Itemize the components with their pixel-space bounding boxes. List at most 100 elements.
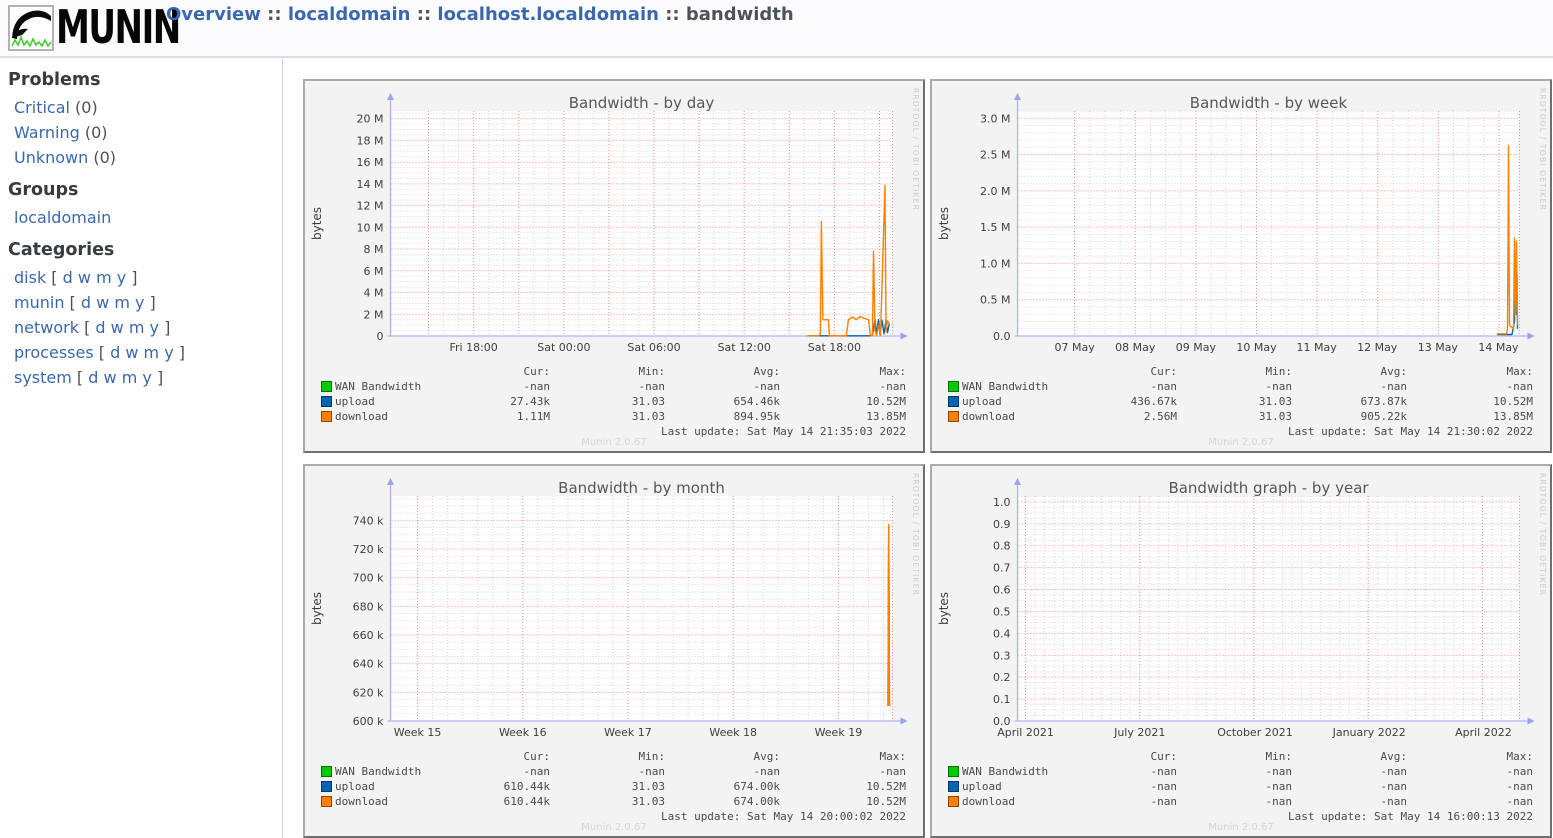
legend-value: -nan: [650, 765, 780, 778]
legend-value: -nan: [1047, 380, 1177, 393]
period-link-network-m[interactable]: m: [129, 318, 145, 337]
period-link-processes-d[interactable]: d: [110, 343, 120, 362]
svg-text:3.0 M: 3.0 M: [980, 112, 1010, 125]
breadcrumb-Overview[interactable]: Overview: [166, 4, 261, 25]
graph-image-week[interactable]: Bandwidth - by weekbytesRRDTOOL / TOBI O…: [930, 79, 1552, 453]
svg-text:0.8: 0.8: [993, 540, 1011, 553]
period-link-network-w[interactable]: w: [111, 318, 124, 337]
legend-value: -nan: [1403, 380, 1533, 393]
legend-value: -nan: [535, 765, 665, 778]
period-link-munin-d[interactable]: d: [81, 293, 91, 312]
item-count: (0): [88, 148, 116, 167]
period-link-disk-m[interactable]: m: [96, 268, 112, 287]
svg-text:1.0 M: 1.0 M: [980, 257, 1010, 270]
svg-text:0.4: 0.4: [993, 627, 1011, 640]
legend-value: 436.67k: [1047, 395, 1177, 408]
period-link-system-y[interactable]: y: [142, 368, 151, 387]
legend-swatch-wan-bandwidth: [948, 766, 959, 777]
graph-image-day[interactable]: Bandwidth - by daybytesRRDTOOL / TOBI OE…: [303, 79, 925, 453]
legend-value: -nan: [1277, 380, 1407, 393]
sidebar-link-localdomain[interactable]: localdomain: [14, 208, 111, 227]
sidebar-section-title-problems: Problems: [8, 70, 282, 90]
legend-label: upload: [962, 395, 1002, 408]
legend-col-header: Cur:: [1047, 750, 1177, 763]
legend-value: 10.52M: [776, 395, 906, 408]
svg-text:Week 19: Week 19: [815, 726, 863, 739]
bracket-close-icon: ]: [152, 368, 163, 387]
period-link-network-y[interactable]: y: [150, 318, 159, 337]
svg-text:July 2021: July 2021: [1113, 726, 1165, 739]
legend-swatch-wan-bandwidth: [948, 381, 959, 392]
graph-image-year[interactable]: Bandwidth graph - by yearbytesRRDTOOL / …: [930, 464, 1552, 838]
sidebar-link-system[interactable]: system: [14, 368, 72, 387]
sidebar-link-warning[interactable]: Warning: [14, 123, 80, 142]
svg-text:20 M: 20 M: [357, 113, 384, 126]
period-link-munin-m[interactable]: m: [114, 293, 130, 312]
svg-text:10 May: 10 May: [1236, 341, 1277, 354]
item-count: (0): [70, 98, 98, 117]
period-link-munin-w[interactable]: w: [96, 293, 109, 312]
sidebar-link-disk[interactable]: disk: [14, 268, 46, 287]
legend-col-header: Min:: [535, 365, 665, 378]
period-link-system-m[interactable]: m: [122, 368, 138, 387]
svg-text:12 May: 12 May: [1357, 341, 1398, 354]
legend-value: 27.43k: [420, 395, 550, 408]
legend-col-header: Max:: [1403, 365, 1533, 378]
period-link-disk-d[interactable]: d: [63, 268, 73, 287]
legend-label: WAN Bandwidth: [335, 765, 421, 778]
sidebar-link-unknown[interactable]: Unknown: [14, 148, 88, 167]
svg-text:600 k: 600 k: [353, 715, 384, 728]
svg-text:0: 0: [377, 330, 384, 343]
bracket-close-icon: ]: [144, 293, 155, 312]
breadcrumb-localdomain[interactable]: localdomain: [288, 4, 411, 25]
bracket-close-icon: ]: [126, 268, 137, 287]
sidebar-link-processes[interactable]: processes: [14, 343, 94, 362]
legend-label: upload: [335, 395, 375, 408]
legend-col-header: Avg:: [1277, 750, 1407, 763]
sidebar-item-localdomain: localdomain: [14, 205, 282, 230]
legend-swatch-wan-bandwidth: [321, 381, 332, 392]
legend-label: WAN Bandwidth: [335, 380, 421, 393]
svg-text:0.7: 0.7: [993, 562, 1011, 575]
period-link-network-d[interactable]: d: [95, 318, 105, 337]
legend-swatch-upload: [321, 781, 332, 792]
svg-text:0.5 M: 0.5 M: [980, 294, 1010, 307]
period-link-processes-m[interactable]: m: [144, 343, 160, 362]
legend-value: 31.03: [535, 780, 665, 793]
svg-text:09 May: 09 May: [1176, 341, 1217, 354]
breadcrumb-localhost.localdomain[interactable]: localhost.localdomain: [437, 4, 659, 25]
period-link-disk-y[interactable]: y: [117, 268, 126, 287]
svg-text:Week 16: Week 16: [499, 726, 547, 739]
period-link-system-d[interactable]: d: [88, 368, 98, 387]
legend-col-header: Cur:: [1047, 365, 1177, 378]
bracket-open-icon: [: [79, 318, 95, 337]
breadcrumb: Overview :: localdomain :: localhost.loc…: [166, 4, 794, 25]
sidebar-link-network[interactable]: network: [14, 318, 79, 337]
period-link-processes-w[interactable]: w: [125, 343, 138, 362]
sidebar: ProblemsCritical (0)Warning (0)Unknown (…: [0, 58, 283, 838]
legend-value: -nan: [1403, 780, 1533, 793]
svg-text:October 2021: October 2021: [1217, 726, 1293, 739]
munin-version-watermark: Munin 2.0.67: [932, 822, 1550, 833]
graph-image-month[interactable]: Bandwidth - by monthbytesRRDTOOL / TOBI …: [303, 464, 925, 838]
legend-label: WAN Bandwidth: [962, 765, 1048, 778]
legend-swatch-wan-bandwidth: [321, 766, 332, 777]
legend-value: -nan: [1277, 765, 1407, 778]
legend-value: -nan: [1162, 765, 1292, 778]
sidebar-link-critical[interactable]: Critical: [14, 98, 70, 117]
legend-value: 610.44k: [420, 795, 550, 808]
legend-value: -nan: [1047, 795, 1177, 808]
munin-logo-icon: [8, 5, 54, 51]
legend-value: -nan: [1277, 780, 1407, 793]
period-link-processes-y[interactable]: y: [164, 343, 173, 362]
period-link-system-w[interactable]: w: [104, 368, 117, 387]
legend-swatch-upload: [948, 781, 959, 792]
legend-value: -nan: [650, 380, 780, 393]
period-link-disk-w[interactable]: w: [78, 268, 91, 287]
legend-value: -nan: [535, 380, 665, 393]
sidebar-link-munin[interactable]: munin: [14, 293, 64, 312]
munin-logo-text: MUNIN: [56, 5, 180, 49]
bracket-open-icon: [: [94, 343, 110, 362]
bracket-close-icon: ]: [174, 343, 185, 362]
legend-value: -nan: [1162, 780, 1292, 793]
